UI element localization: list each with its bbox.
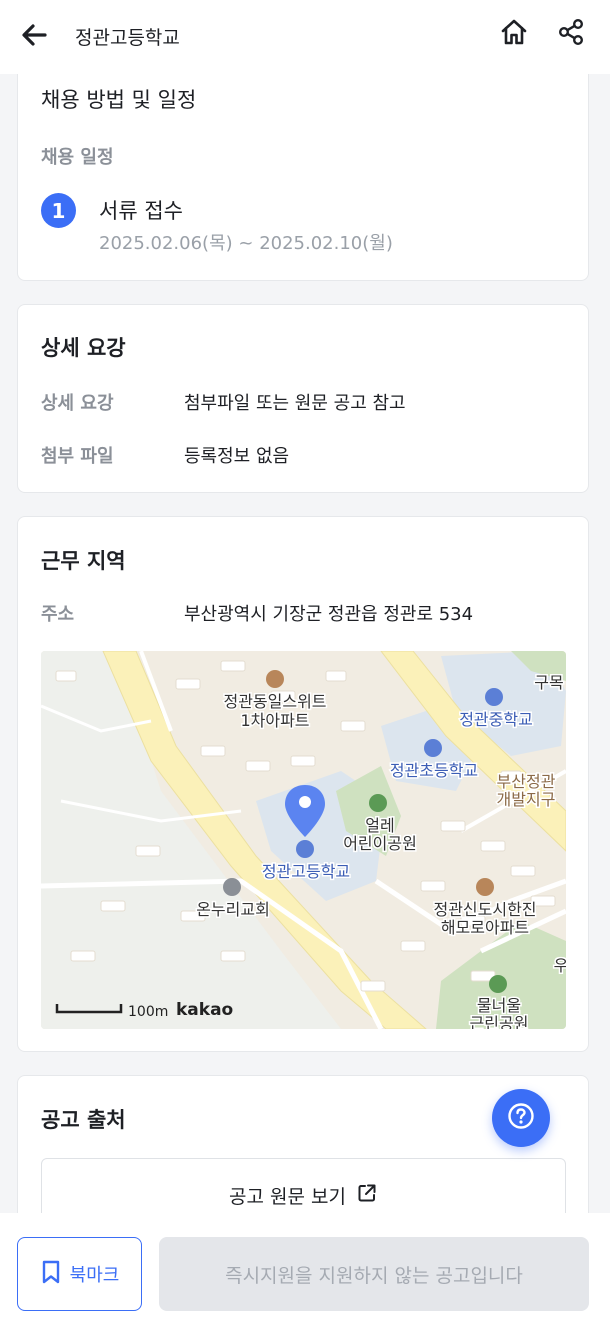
location-map[interactable]: 100m kakao 정관동일스위트 1차아파트 정관중학교 정관초등학교 정관… [41, 651, 566, 1029]
detail-row-label: 상세 요강 [41, 393, 114, 414]
arrow-left-icon [19, 20, 49, 54]
map-scale-text: 100m [128, 1004, 168, 1020]
map-label-edge-right: 우 [554, 956, 566, 975]
share-icon [556, 17, 586, 51]
home-button[interactable] [497, 17, 531, 51]
bookmark-label: 북마크 [69, 1265, 120, 1286]
help-button[interactable] [492, 1089, 550, 1147]
map-label-district-2: 개발지구 [497, 790, 556, 809]
map-label-church: 온누리교회 [196, 900, 270, 919]
attachment-label: 첨부 파일 [41, 446, 114, 467]
map-label-edge-top-right: 구목 [534, 673, 563, 692]
home-icon [499, 17, 529, 51]
source-title: 공고 출처 [41, 1108, 126, 1132]
map-label-park2-2: 근린공원 [470, 1014, 529, 1029]
schedule-card: 채용 방법 및 일정 채용 일정 1 서류 접수 2025.02.06(목) ~… [17, 62, 589, 281]
schedule-title: 채용 방법 및 일정 [41, 88, 197, 112]
detail-card: 상세 요강 상세 요강 첨부파일 또는 원문 공고 참고 첨부 파일 등록정보 … [17, 304, 589, 493]
map-label-apt1: 정관동일스위트 [223, 692, 326, 711]
step-title: 서류 접수 [99, 199, 183, 223]
back-button[interactable] [18, 21, 50, 53]
detail-title: 상세 요강 [41, 336, 126, 360]
question-icon [506, 1101, 536, 1135]
step-number-badge: 1 [41, 193, 76, 228]
attachment-value: 등록정보 없음 [184, 446, 290, 467]
schedule-section-label: 채용 일정 [41, 147, 114, 168]
external-link-icon [356, 1182, 378, 1209]
map-label-park1: 얼레 [365, 816, 394, 835]
bottom-action-bar: 북마크 즉시지원을 지원하지 않는 공고입니다 [0, 1213, 610, 1325]
location-title: 근무 지역 [41, 549, 126, 573]
step-date: 2025.02.06(목) ~ 2025.02.10(월) [99, 233, 393, 254]
apply-button[interactable]: 즉시지원을 지원하지 않는 공고입니다 [159, 1237, 589, 1311]
map-label-middle-school: 정관중학교 [459, 710, 533, 729]
map-label-elementary-school: 정관초등학교 [390, 761, 478, 780]
address-value: 부산광역시 기장군 정관읍 정관로 534 [184, 604, 474, 625]
view-original-label: 공고 원문 보기 [229, 1185, 346, 1208]
map-label-park1-2: 어린이공원 [343, 834, 417, 853]
page-title: 정관고등학교 [75, 27, 180, 49]
map-label-apt1-2: 1차아파트 [240, 711, 309, 730]
map-label-park2: 물너울 [477, 996, 521, 1015]
bookmark-icon [40, 1259, 62, 1290]
share-button[interactable] [554, 17, 588, 51]
app-header: 정관고등학교 [0, 0, 610, 74]
map-label-target-school: 정관고등학교 [262, 862, 350, 881]
bookmark-button[interactable]: 북마크 [17, 1237, 142, 1311]
map-label-apt2-2: 해모로아파트 [441, 918, 529, 937]
location-card: 근무 지역 주소 부산광역시 기장군 정관읍 정관로 534 100m kaka… [17, 516, 589, 1052]
map-brand: kakao [176, 1000, 233, 1020]
address-label: 주소 [41, 604, 75, 625]
map-label-apt2: 정관신도시한진 [433, 900, 536, 919]
map-label-district: 부산정관 [497, 772, 556, 791]
detail-row-value: 첨부파일 또는 원문 공고 참고 [184, 393, 406, 414]
